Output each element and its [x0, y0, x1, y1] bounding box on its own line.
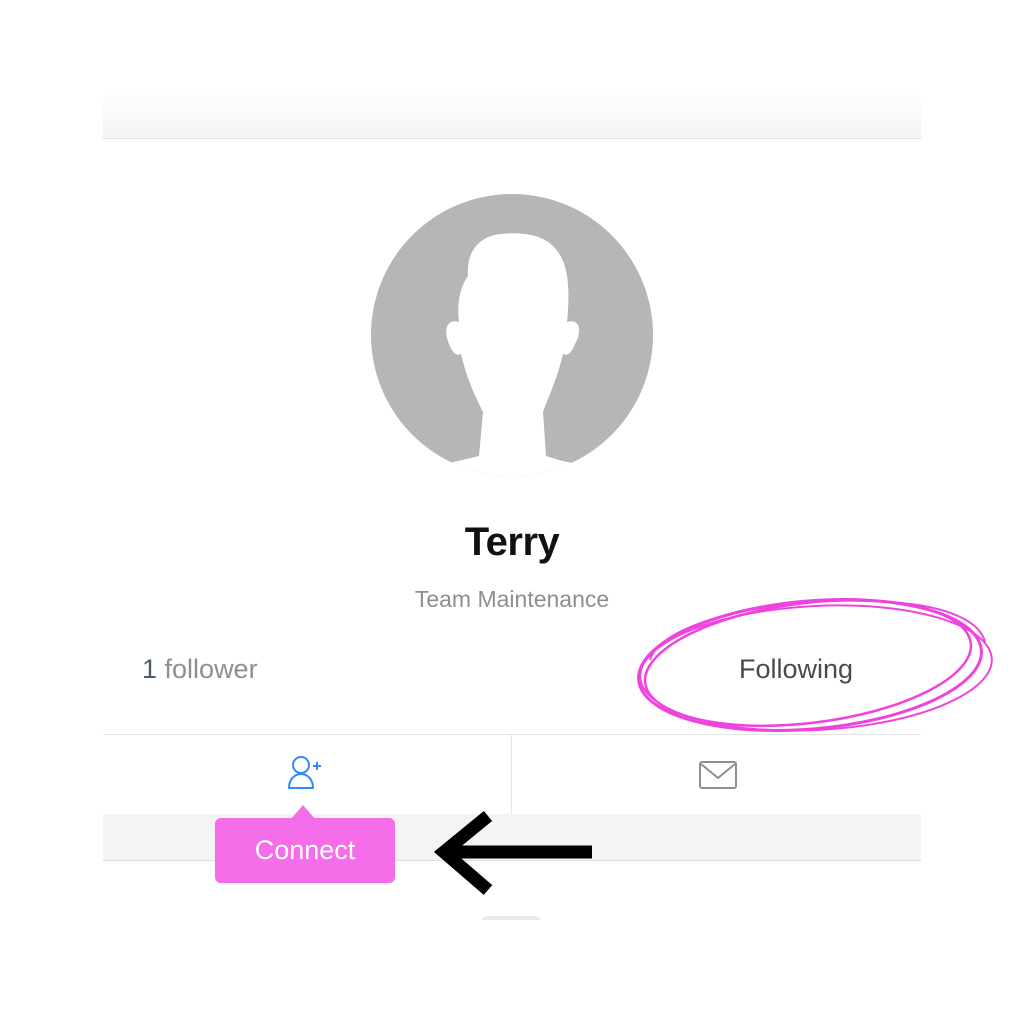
- connect-button[interactable]: [103, 735, 512, 814]
- message-button[interactable]: [512, 735, 921, 814]
- next-item-peek: [481, 916, 541, 920]
- top-bar: [103, 90, 921, 139]
- profile-screen: Terry Team Maintenance 1 follower Follow…: [103, 90, 921, 920]
- envelope-icon: [699, 761, 737, 789]
- page: Terry Team Maintenance 1 follower Follow…: [0, 0, 1024, 1024]
- followers-label: follower: [157, 654, 258, 684]
- followers-link[interactable]: 1 follower: [142, 654, 258, 685]
- arrow-left-icon: [433, 810, 592, 895]
- profile-name: Terry: [464, 520, 560, 564]
- default-avatar-icon: [371, 194, 653, 476]
- stats-row: 1 follower Following: [103, 654, 921, 690]
- following-link[interactable]: Following: [739, 654, 853, 685]
- connect-tooltip: Connect: [215, 818, 395, 883]
- followers-count: 1: [142, 654, 158, 684]
- user-plus-icon: [288, 756, 321, 789]
- avatar[interactable]: [371, 194, 653, 476]
- tooltip-pointer: [291, 805, 315, 819]
- profile-team: Team Maintenance: [414, 586, 610, 612]
- action-bar: [103, 734, 921, 815]
